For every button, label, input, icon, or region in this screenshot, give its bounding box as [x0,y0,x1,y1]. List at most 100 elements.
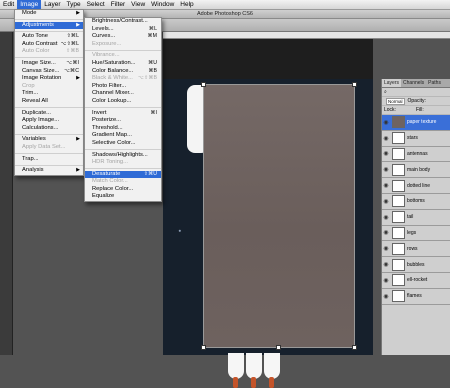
eye-icon[interactable]: ◉ [382,198,390,205]
tab-paths[interactable]: Paths [426,79,443,87]
menu-item-label: Auto Contrast [22,40,58,47]
submenu-arrow-icon: ▶ [76,167,80,174]
menu-item-threshold[interactable]: Threshold... [85,125,161,133]
menu-item-auto-contrast[interactable]: Auto Contrast ⌥⇧⌘L [15,41,83,49]
menu-view[interactable]: View [128,0,148,9]
paper-texture-layer[interactable] [201,82,357,350]
menu-item-channel-mixer[interactable]: Channel Mixer... [85,90,161,98]
layer-row[interactable]: ◉ antennas [382,147,450,163]
menu-item-label: Exposure... [92,40,122,47]
menu-item-variables[interactable]: Variables ▶ [15,136,83,144]
transform-handle[interactable] [201,82,206,87]
menu-item-brightness-contrast[interactable]: Brightness/Contrast... [85,18,161,26]
menu-item-selective-color[interactable]: Selective Color... [85,140,161,148]
menu-image[interactable]: Image [17,0,42,9]
menu-item-apply-data-set[interactable]: Apply Data Set... [15,144,83,152]
blend-mode-select[interactable]: Normal [386,97,405,105]
document-canvas[interactable] [163,39,373,388]
menu-item-gradient-map[interactable]: Gradient Map... [85,132,161,140]
layer-row[interactable]: ◉ dotted line [382,178,450,194]
menu-item-exposure[interactable]: Exposure... [85,41,161,49]
menu-item-hdr-toning[interactable]: HDR Toning... [85,159,161,167]
menu-item-adjustments[interactable]: Adjustments ▶ [15,21,83,30]
layer-row[interactable]: ◉ tail [382,210,450,226]
eye-icon[interactable]: ◉ [382,150,390,157]
transform-handle[interactable] [276,345,281,350]
menu-item-color-lookup[interactable]: Color Lookup... [85,98,161,106]
lock-row: Lock: Fill: [382,106,450,115]
eye-icon[interactable]: ◉ [382,229,390,236]
eye-icon[interactable]: ◉ [382,182,390,189]
menu-layer[interactable]: Layer [41,0,63,9]
eye-icon[interactable]: ◉ [382,245,390,252]
layer-row[interactable]: ◉ bottoms [382,194,450,210]
menu-item-invert[interactable]: Invert ⌘I [85,110,161,118]
menu-item-curves[interactable]: Curves... ⌘M [85,33,161,41]
tab-channels[interactable]: Channels [401,79,426,87]
shuttle-engine [246,353,262,379]
tab-layers[interactable]: Layers [382,79,402,87]
menu-item-levels[interactable]: Levels... ⌘L [85,26,161,34]
menu-item-color-balance[interactable]: Color Balance... ⌘B [85,68,161,76]
menu-item-black-white[interactable]: Black & White... ⌥⇧⌘B [85,75,161,83]
menu-item-label: Color Balance... [92,67,134,74]
menu-item-label: Trim... [22,90,39,97]
menu-item-mode[interactable]: Mode ▶ [15,10,83,18]
layer-row[interactable]: ◉ ell-rocket [382,273,450,289]
menu-item-apply-image[interactable]: Apply Image... [15,117,83,125]
shuttle-engine [264,353,280,379]
menu-item-shadows-highlights[interactable]: Shadows/Highlights... [85,152,161,160]
menu-item-desaturate[interactable]: Desaturate ⇧⌘U [85,170,161,179]
menu-item-auto-tone[interactable]: Auto Tone ⇧⌘L [15,33,83,41]
menu-item-analysis[interactable]: Analysis ▶ [15,167,83,175]
transform-handle[interactable] [201,345,206,350]
menu-item-auto-color[interactable]: Auto Color ⇧⌘B [15,48,83,56]
filter-icon[interactable]: ⌕ [384,89,387,95]
menu-item-vibrance[interactable]: Vibrance... [85,52,161,60]
menu-item-match-color[interactable]: Match Color... [85,178,161,186]
menu-item-label: Equalize [92,193,115,200]
layer-row[interactable]: ◉ flames [382,289,450,305]
menu-select[interactable]: Select [84,0,108,9]
menu-item-crop[interactable]: Crop [15,83,83,91]
menu-filter[interactable]: Filter [108,0,128,9]
layer-row[interactable]: ◉ legs [382,226,450,242]
layer-list: ◉ paper texture ◉ stars ◉ antennas ◉ main body ◉… [382,115,450,305]
menu-item-calculations[interactable]: Calculations... [15,125,83,133]
menu-item-equalize[interactable]: Equalize [85,193,161,201]
eye-icon[interactable]: ◉ [382,214,390,221]
menu-item-duplicate[interactable]: Duplicate... [15,110,83,118]
menu-item-replace-color[interactable]: Replace Color... [85,186,161,194]
menu-item-reveal-all[interactable]: Reveal All [15,98,83,106]
eye-icon[interactable]: ◉ [382,293,390,300]
menu-item-photo-filter[interactable]: Photo Filter... [85,83,161,91]
tools-panel[interactable] [0,32,13,355]
menu-type[interactable]: Type [64,0,84,9]
layer-row[interactable]: ◉ stars [382,131,450,147]
menu-item-image-rotation[interactable]: Image Rotation ▶ [15,75,83,83]
shortcut-text: ⌥⇧⌘L [60,40,79,47]
eye-icon[interactable]: ◉ [382,119,390,126]
layer-thumbnail [392,147,405,160]
menu-item-trap[interactable]: Trap... [15,156,83,164]
eye-icon[interactable]: ◉ [382,166,390,173]
menu-item-canvas-size[interactable]: Canvas Size... ⌥⌘C [15,68,83,76]
menu-window[interactable]: Window [148,0,177,9]
menu-item-posterize[interactable]: Posterize... [85,117,161,125]
menu-edit[interactable]: Edit [0,0,17,9]
transform-handle[interactable] [352,82,357,87]
layer-row[interactable]: ◉ paper texture [382,115,450,131]
transform-handle[interactable] [352,345,357,350]
menu-help[interactable]: Help [177,0,196,9]
eye-icon[interactable]: ◉ [382,261,390,268]
layer-row[interactable]: ◉ main body [382,162,450,179]
layer-thumbnail [392,242,405,255]
menu-item-trim[interactable]: Trim... [15,90,83,98]
menu-item-hue-saturation[interactable]: Hue/Saturation... ⌘U [85,60,161,68]
menu-item-image-size[interactable]: Image Size... ⌥⌘I [15,60,83,68]
eye-icon[interactable]: ◉ [382,277,390,284]
eye-icon[interactable]: ◉ [382,135,390,142]
layer-row[interactable]: ◉ bubbles [382,257,450,273]
layer-row[interactable]: ◉ rows [382,241,450,258]
shortcut-text: ⌥⌘C [64,67,79,74]
